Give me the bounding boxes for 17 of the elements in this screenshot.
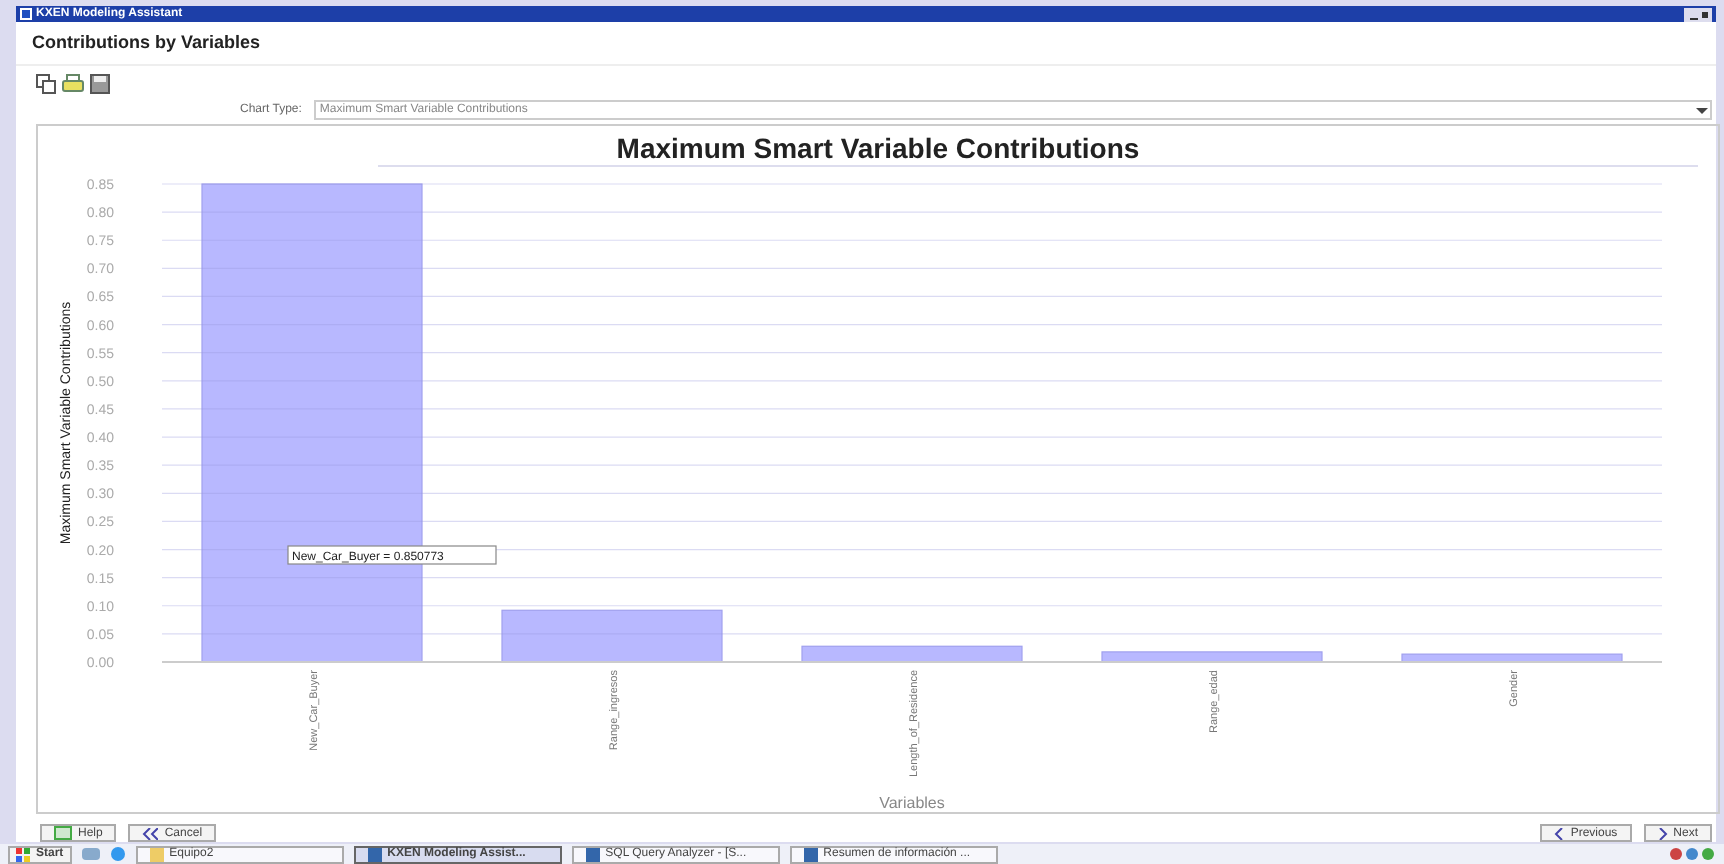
window-icon: [367, 847, 382, 861]
double-left-arrow-icon: [142, 827, 159, 839]
page-header: Contributions by Variables: [16, 22, 1716, 66]
tray-icon: [1668, 846, 1716, 862]
window-icon: [803, 847, 818, 861]
save-icon[interactable]: [90, 74, 110, 94]
chart-title: Maximum Smart Variable Contributions: [616, 132, 1140, 164]
help-icon: [54, 826, 72, 840]
windows-flag-icon: [16, 847, 30, 861]
printer-icon[interactable]: [62, 74, 84, 94]
minimize-icon[interactable]: [1684, 7, 1712, 21]
window-icon: [585, 847, 600, 861]
window-icon: [149, 847, 164, 861]
dropdown-caret-icon[interactable]: [1694, 103, 1710, 117]
copy-icon[interactable]: [36, 74, 56, 94]
x-axis-title: Variables: [879, 794, 945, 812]
browser-icon[interactable]: [109, 846, 126, 862]
